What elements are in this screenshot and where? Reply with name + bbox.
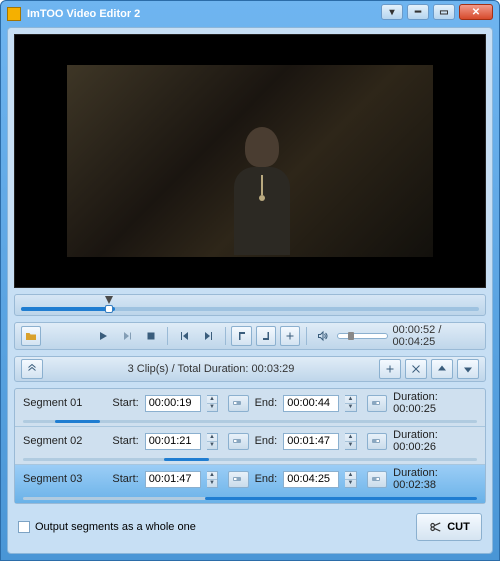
set-start-button[interactable] bbox=[231, 326, 251, 346]
segment-name: Segment 01 bbox=[23, 397, 106, 409]
clips-toolbar: 3 Clip(s) / Total Duration: 00:03:29 bbox=[14, 356, 486, 382]
timeline-progress bbox=[21, 307, 115, 311]
segment-range-bar[interactable] bbox=[23, 497, 477, 500]
delete-clip-button[interactable] bbox=[405, 359, 427, 379]
set-end-from-playhead-button[interactable] bbox=[367, 395, 388, 412]
start-time-input[interactable]: 00:01:21 bbox=[145, 433, 201, 450]
playhead-marker-icon[interactable] bbox=[105, 296, 113, 304]
current-time: 00:00:52 bbox=[392, 324, 435, 336]
start-time-input[interactable]: 00:01:47 bbox=[145, 471, 201, 488]
end-time-input[interactable]: 00:01:47 bbox=[283, 433, 339, 450]
cut-label: CUT bbox=[447, 521, 470, 533]
move-up-button[interactable] bbox=[431, 359, 453, 379]
timeline-handle[interactable] bbox=[105, 305, 113, 313]
set-end-from-playhead-button[interactable] bbox=[367, 471, 388, 488]
segment-name: Segment 03 bbox=[23, 473, 106, 485]
stop-button[interactable] bbox=[141, 326, 161, 346]
app-title: ImTOO Video Editor 2 bbox=[27, 8, 140, 20]
titlebar-buttons: ▾ ━ ▭ ✕ bbox=[381, 4, 493, 20]
duration-label: Duration: 00:02:38 bbox=[393, 467, 477, 491]
play-segment-button[interactable] bbox=[117, 326, 137, 346]
set-start-from-playhead-button[interactable] bbox=[228, 433, 249, 450]
start-label: Start: bbox=[112, 435, 138, 447]
video-frame bbox=[67, 65, 434, 257]
start-spinner[interactable]: ▲▼ bbox=[207, 395, 218, 412]
menu-button[interactable]: ▾ bbox=[381, 4, 403, 20]
next-frame-button[interactable] bbox=[198, 326, 218, 346]
segment-range-bar[interactable] bbox=[23, 458, 477, 461]
scissors-icon bbox=[428, 520, 442, 534]
segment-row[interactable]: Segment 03 Start: 00:01:47 ▲▼ End: 00:04… bbox=[15, 465, 485, 503]
clips-summary: 3 Clip(s) / Total Duration: 00:03:29 bbox=[47, 363, 375, 375]
end-label: End: bbox=[255, 397, 278, 409]
end-time-input[interactable]: 00:04:25 bbox=[283, 471, 339, 488]
app-icon bbox=[7, 7, 21, 21]
end-label: End: bbox=[255, 435, 278, 447]
segments-list: Segment 01 Start: 00:00:19 ▲▼ End: 00:00… bbox=[14, 388, 486, 504]
video-subject bbox=[222, 127, 302, 257]
set-end-from-playhead-button[interactable] bbox=[367, 433, 388, 450]
end-label: End: bbox=[255, 473, 278, 485]
segment-row[interactable]: Segment 02 Start: 00:01:21 ▲▼ End: 00:01… bbox=[15, 427, 485, 465]
maximize-button[interactable]: ▭ bbox=[433, 4, 455, 20]
total-time: 00:04:25 bbox=[392, 336, 435, 348]
start-spinner[interactable]: ▲▼ bbox=[207, 471, 218, 488]
set-start-from-playhead-button[interactable] bbox=[228, 395, 249, 412]
prev-frame-button[interactable] bbox=[174, 326, 194, 346]
segment-name: Segment 02 bbox=[23, 435, 106, 447]
timeline[interactable] bbox=[14, 294, 486, 316]
cut-button[interactable]: CUT bbox=[416, 513, 482, 541]
set-end-button[interactable] bbox=[256, 326, 276, 346]
start-label: Start: bbox=[112, 397, 138, 409]
open-file-button[interactable] bbox=[21, 326, 41, 346]
app-window: ImTOO Video Editor 2 ▾ ━ ▭ ✕ bbox=[0, 0, 500, 561]
duration-label: Duration: 00:00:26 bbox=[393, 429, 477, 453]
main-panel: 00:00:52 / 00:04:25 3 Clip(s) / Total Du… bbox=[7, 27, 493, 554]
add-clip-button[interactable] bbox=[379, 359, 401, 379]
video-preview[interactable] bbox=[14, 34, 486, 288]
time-display: 00:00:52 / 00:04:25 bbox=[392, 324, 479, 348]
start-spinner[interactable]: ▲▼ bbox=[207, 433, 218, 450]
end-time-input[interactable]: 00:00:44 bbox=[283, 395, 339, 412]
start-label: Start: bbox=[112, 473, 138, 485]
end-spinner[interactable]: ▲▼ bbox=[345, 433, 356, 450]
output-whole-label: Output segments as a whole one bbox=[35, 521, 196, 533]
duration-label: Duration: 00:00:25 bbox=[393, 391, 477, 415]
collapse-button[interactable] bbox=[21, 359, 43, 379]
play-button[interactable] bbox=[93, 326, 113, 346]
titlebar[interactable]: ImTOO Video Editor 2 ▾ ━ ▭ ✕ bbox=[1, 1, 499, 27]
output-whole-checkbox[interactable] bbox=[18, 521, 30, 533]
volume-icon[interactable] bbox=[313, 326, 333, 346]
set-start-from-playhead-button[interactable] bbox=[228, 471, 249, 488]
start-time-input[interactable]: 00:00:19 bbox=[145, 395, 201, 412]
new-segment-button[interactable] bbox=[280, 326, 300, 346]
close-button[interactable]: ✕ bbox=[459, 4, 493, 20]
bottom-bar: Output segments as a whole one CUT bbox=[14, 510, 486, 544]
minimize-button[interactable]: ━ bbox=[407, 4, 429, 20]
move-down-button[interactable] bbox=[457, 359, 479, 379]
volume-slider[interactable] bbox=[337, 333, 388, 339]
playback-toolbar: 00:00:52 / 00:04:25 bbox=[14, 322, 486, 350]
end-spinner[interactable]: ▲▼ bbox=[345, 471, 356, 488]
segment-row[interactable]: Segment 01 Start: 00:00:19 ▲▼ End: 00:00… bbox=[15, 389, 485, 427]
segment-range-bar[interactable] bbox=[23, 420, 477, 423]
end-spinner[interactable]: ▲▼ bbox=[345, 395, 356, 412]
